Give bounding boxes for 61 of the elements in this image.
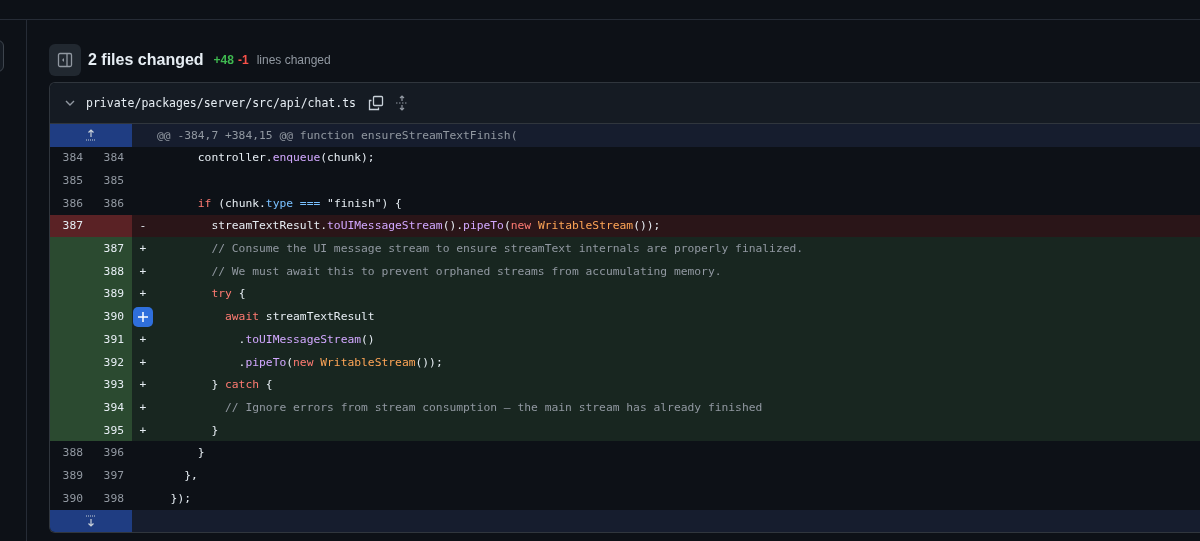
diff-marker: + [139,400,147,414]
sidebar-toggle-button[interactable] [49,44,81,76]
line-number: 385 [102,173,125,190]
code-line: .pipeTo(new WritableStream()); [237,355,443,369]
line-number: 386 [61,195,84,212]
diff-marker: + [139,423,147,437]
code-line: // Ignore errors from stream consumption – the main stream has already finished [224,400,763,414]
line-number: 389 [61,467,84,484]
diff-marker: + [139,264,147,278]
diff-marker: + [139,378,147,392]
files-changed-title: 2 files changed [88,51,204,69]
copy-icon [368,95,385,111]
diff-marker: + [139,355,147,369]
additions-count: +48 [213,53,234,67]
line-number [91,214,132,238]
code-line: controller.enqueue(chunk); [196,151,375,165]
code-line: } [210,423,219,437]
line-number: 384 [102,150,125,167]
line-number: 395 [91,418,132,442]
expand-down-button[interactable] [50,509,132,532]
line-number: 393 [91,373,132,397]
code-line: }, [183,468,198,482]
lines-changed-label: lines changed [256,53,331,67]
expand-down-icon [84,513,98,528]
expand-up-icon [84,128,98,143]
line-number: 390 [61,490,84,507]
line-number: 392 [91,350,132,374]
code-line: // Consume the UI message stream to ensure streamText internals are properly finalized. [210,242,804,256]
line-number: 390 [91,305,132,328]
diff-marker: + [139,332,147,346]
line-number: 397 [102,467,125,484]
line-number: 385 [61,173,84,190]
line-number: 398 [102,490,125,507]
diff-marker: + [139,242,147,256]
line-number: 394 [91,396,132,419]
plus-icon [137,310,149,323]
code-line: if (chunk.type === "finish") { [196,196,402,210]
deletions-count: -1 [237,53,249,67]
line-number: 388 [61,445,84,462]
code-line: try { [210,287,246,301]
code-line: await streamTextResult [224,310,375,324]
line-number: 389 [91,282,132,306]
line-number: 384 [61,150,84,167]
diff-marker: + [139,287,147,301]
diff-marker: - [139,219,147,233]
file-path: private/packages/server/src/api/chat.ts [86,96,357,110]
code-line: streamTextResult.toUIMessageStream().pipeTo(new WritableStream()); [210,219,661,233]
panel-icon [57,52,73,68]
line-number: 387 [50,214,91,238]
line-number: 386 [102,195,125,212]
line-number: 391 [91,328,132,351]
line-number: 387 [91,237,132,260]
code-line: // We must await this to prevent orphaned streams from accumulating memory. [210,264,722,278]
code-line: .toUIMessageStream() [237,332,375,346]
line-number: 396 [102,445,125,462]
code-line: } catch { [210,378,273,392]
code-line: }); [169,491,191,505]
add-comment-button[interactable] [133,306,153,327]
code-line: } [196,446,205,460]
hunk-header: @@ -384,7 +384,15 @@ function ensureStreamTextFinish( [156,128,518,142]
line-number: 388 [91,259,132,283]
